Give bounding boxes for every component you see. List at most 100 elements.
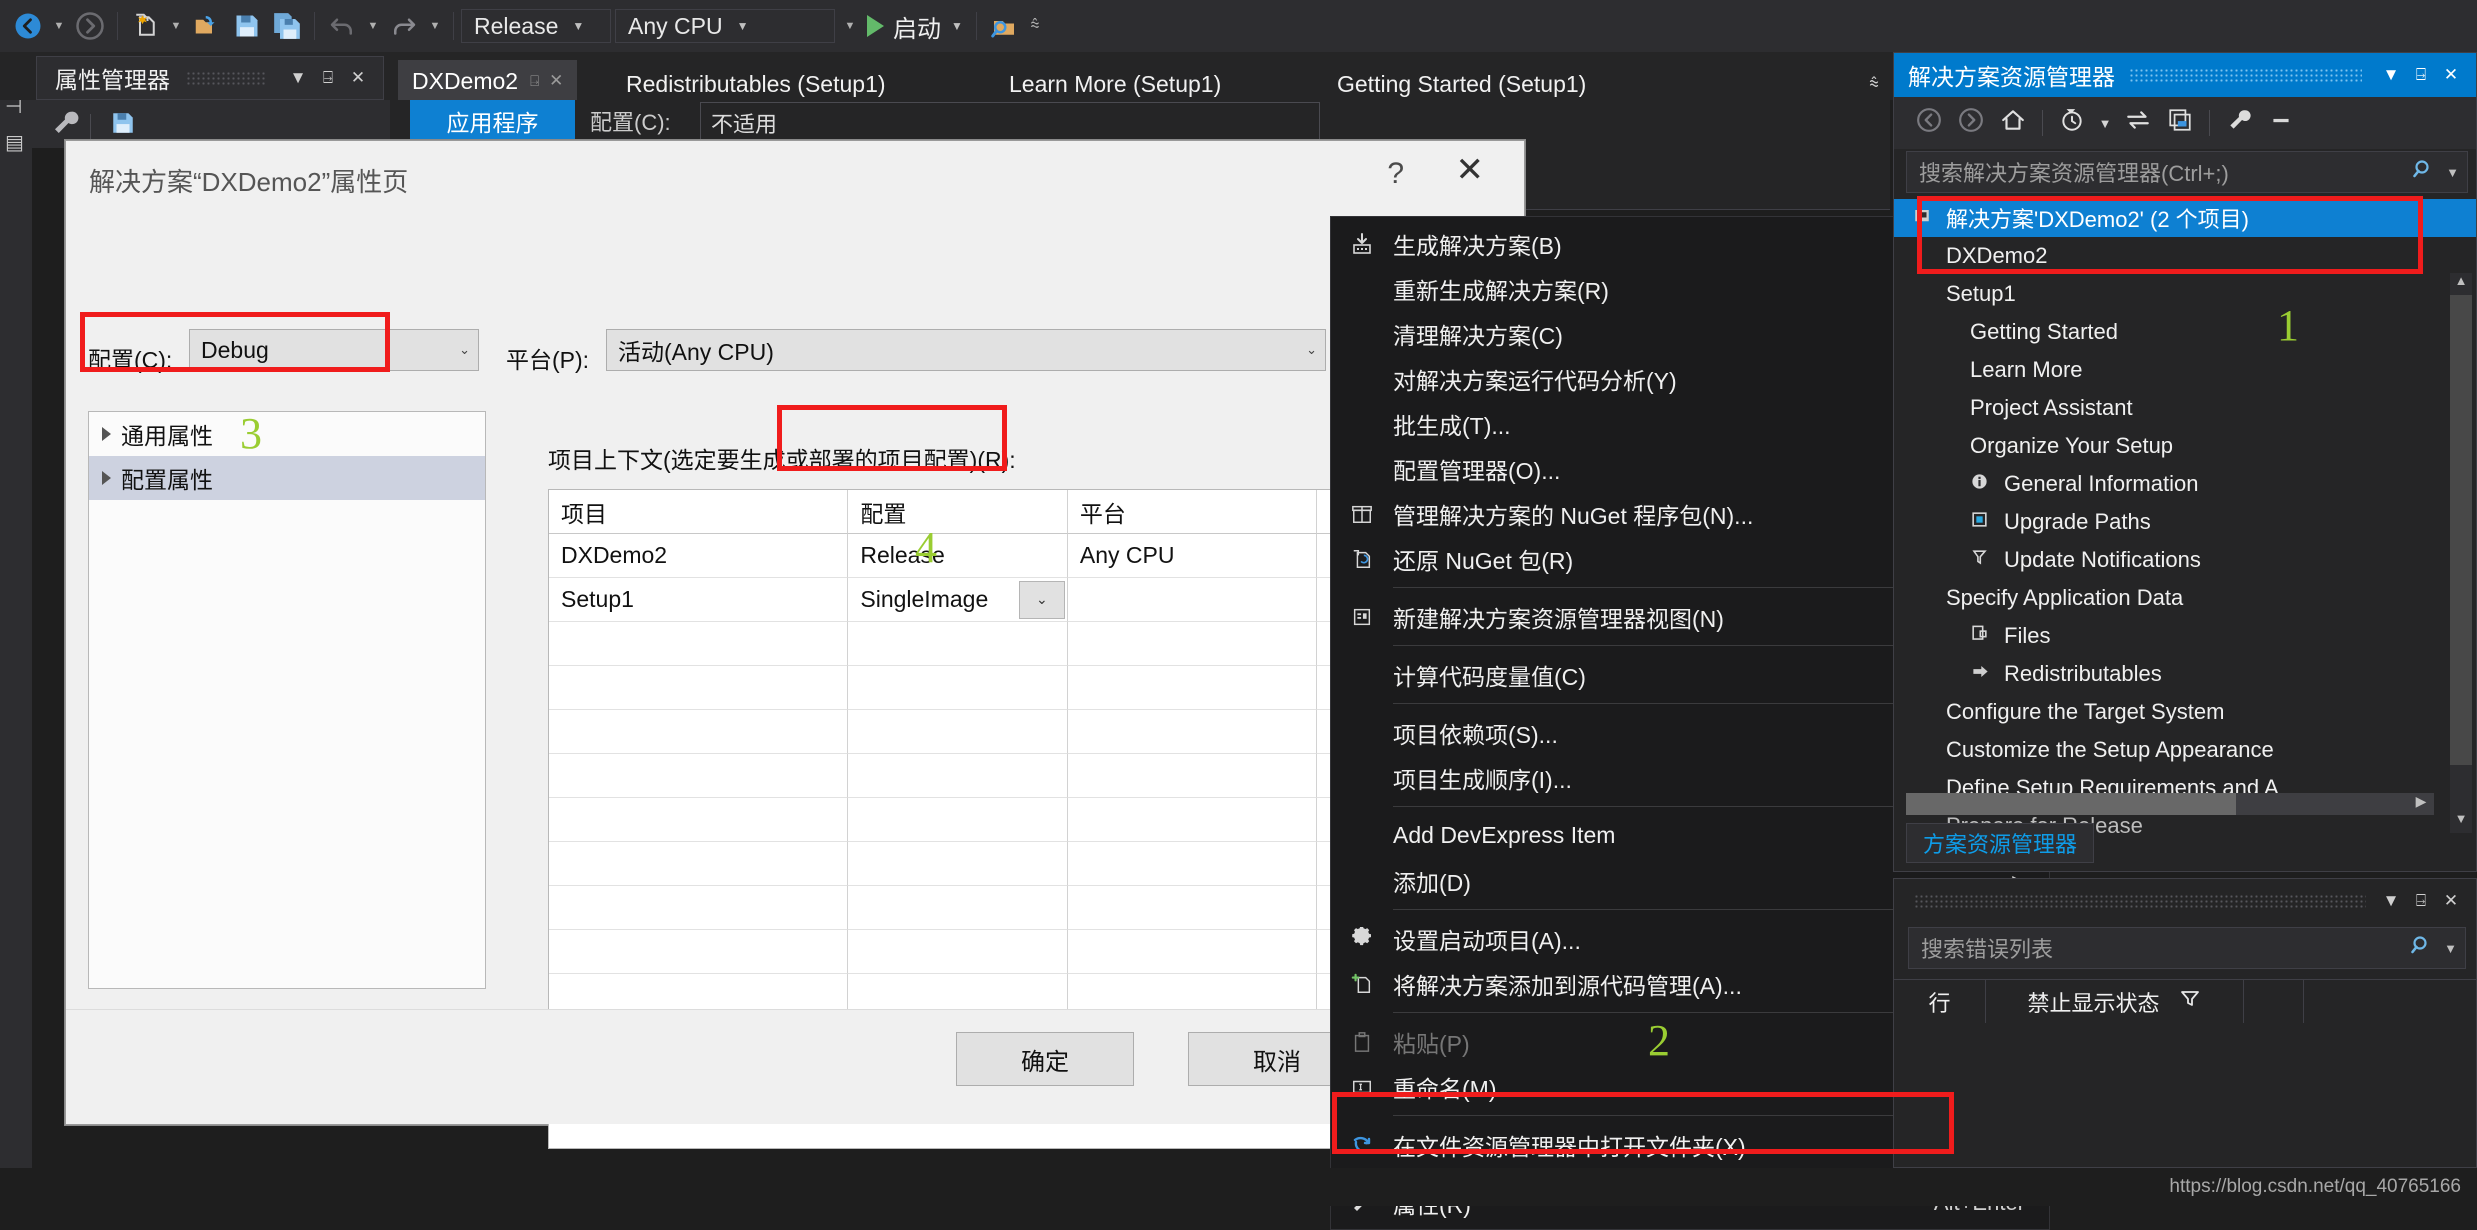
sync-with-active-document-icon[interactable]	[2117, 107, 2159, 139]
triangle-right-icon	[102, 471, 111, 485]
solution-explorer-bottom-tab[interactable]: 方案资源管理器	[1906, 823, 2095, 863]
config-combo[interactable]: Debug ⌄	[189, 329, 479, 371]
pending-changes-filter-icon[interactable]	[2051, 107, 2093, 139]
tree-item-general[interactable]: 通用属性	[89, 412, 485, 456]
tree-node-files[interactable]: Files	[1894, 617, 2476, 655]
tree-node-setup1[interactable]: Setup1	[1894, 275, 2476, 313]
solution-explorer-vertical-scrollbar[interactable]: ▲ ▼	[2450, 273, 2472, 833]
toolbar-overflow-icon[interactable]: ⩯	[1024, 6, 1046, 46]
tree-node-general-information[interactable]: General Information	[1894, 465, 2476, 503]
show-all-files-icon[interactable]	[2159, 107, 2201, 139]
ok-button[interactable]: 确定	[956, 1032, 1134, 1086]
error-list-col-suppression[interactable]: 禁止显示状态	[1986, 980, 2244, 1023]
new-item-dropdown-icon[interactable]: ▼	[165, 6, 187, 46]
redo-dropdown-icon[interactable]: ▼	[424, 6, 446, 46]
grid-cell-platform[interactable]	[1067, 578, 1318, 622]
pin-icon[interactable]: ⍈	[2406, 891, 2436, 911]
error-list-col-line[interactable]: 行	[1894, 980, 1986, 1023]
close-icon[interactable]: ✕	[2436, 891, 2466, 911]
menu-item-label: 生成解决方案(B)	[1393, 232, 1562, 259]
close-icon[interactable]: ✕	[2436, 65, 2466, 85]
open-folder-icon[interactable]	[187, 6, 227, 46]
chevron-down-icon[interactable]: ▼	[283, 68, 313, 88]
tree-node-specify-application-data[interactable]: Specify Application Data	[1894, 579, 2476, 617]
undo-dropdown-icon[interactable]: ▼	[362, 6, 384, 46]
back-dropdown-icon[interactable]: ▼	[48, 6, 70, 46]
chevron-down-icon[interactable]: ▼	[951, 19, 963, 33]
tree-node-learn-more[interactable]: Learn More	[1894, 351, 2476, 389]
tab-redistributables[interactable]: Redistributables (Setup1)	[612, 66, 900, 102]
save-icon[interactable]	[110, 110, 136, 141]
save-icon[interactable]	[227, 6, 267, 46]
tree-node-getting-started[interactable]: Getting Started	[1894, 313, 2476, 351]
error-list-search[interactable]: 搜索错误列表 ▼	[1908, 927, 2466, 969]
tree-node-dxdemo2[interactable]: DXDemo2	[1894, 237, 2476, 275]
pin-icon[interactable]: ⍈	[530, 73, 539, 90]
application-tab-button[interactable]: 应用程序	[410, 100, 575, 142]
close-icon[interactable]: ✕	[343, 68, 373, 88]
editor-config-combo[interactable]: 不适用	[700, 102, 1320, 140]
platform-combo[interactable]: Any CPU ▼	[615, 9, 835, 43]
start-debug-button[interactable]: 启动 ▼	[861, 6, 969, 46]
platform-value: 活动(Any CPU)	[618, 339, 774, 365]
chevron-down-icon[interactable]: ⌄	[1018, 580, 1065, 619]
platform-combo[interactable]: 活动(Any CPU) ⌄	[606, 329, 1326, 371]
chevron-down-icon[interactable]: ▼	[2444, 941, 2457, 956]
grid-empty-cell	[848, 798, 1068, 842]
scroll-up-icon[interactable]: ▲	[2450, 273, 2472, 295]
chevron-down-icon[interactable]: ▼	[2376, 65, 2406, 85]
close-icon[interactable]: ✕	[549, 71, 563, 91]
tree-node-configure-target-system[interactable]: Configure the Target System	[1894, 693, 2476, 731]
pin-icon[interactable]: ⍈	[313, 68, 343, 88]
tab-learn-more[interactable]: Learn More (Setup1)	[995, 66, 1235, 102]
grid-cell-platform[interactable]: Any CPU	[1067, 534, 1318, 578]
configuration-combo[interactable]: Release ▼	[461, 9, 611, 43]
scroll-down-icon[interactable]: ▼	[2450, 811, 2472, 833]
pin-icon[interactable]: ⍈	[2406, 65, 2436, 85]
tree-node-project-assistant[interactable]: Project Assistant	[1894, 389, 2476, 427]
chevron-down-icon[interactable]: ▼	[2093, 116, 2117, 131]
grid-cell-config[interactable]: Release	[848, 534, 1068, 578]
find-in-files-icon[interactable]	[984, 6, 1024, 46]
chevron-down-icon[interactable]: ▼	[2376, 891, 2406, 911]
scroll-thumb[interactable]	[2450, 295, 2472, 765]
tab-getting-started[interactable]: Getting Started (Setup1)	[1323, 66, 1600, 102]
tree-item-configuration[interactable]: 配置属性	[89, 456, 485, 500]
back-arrow-icon[interactable]	[8, 6, 48, 46]
server-explorer-rail-icon[interactable]: ▤	[5, 130, 24, 155]
tree-node-organize-your-setup[interactable]: Organize Your Setup	[1894, 427, 2476, 465]
tree-node-upgrade-paths[interactable]: Upgrade Paths	[1894, 503, 2476, 541]
new-item-icon[interactable]	[125, 6, 165, 46]
close-icon[interactable]: ✕	[1456, 153, 1485, 187]
menu-item-label: 对解决方案运行代码分析(Y)	[1393, 367, 1677, 394]
filter-icon[interactable]	[2178, 987, 2202, 1017]
save-all-icon[interactable]	[267, 6, 307, 46]
tree-node-update-notifications[interactable]: Update Notifications	[1894, 541, 2476, 579]
solution-explorer-horizontal-scrollbar[interactable]: ▶	[1906, 793, 2434, 815]
config-cell-combo[interactable]: SingleImage ⌄	[848, 578, 1067, 621]
grid-cell-config[interactable]: SingleImage ⌄	[848, 578, 1068, 622]
search-icon[interactable]	[2410, 934, 2434, 963]
properties-icon[interactable]	[2218, 107, 2260, 139]
tree-node-customize-setup-appearance[interactable]: Customize the Setup Appearance	[1894, 731, 2476, 769]
platform-extra-dropdown-icon[interactable]: ▼	[839, 6, 861, 46]
collapse-all-icon[interactable]	[2260, 107, 2302, 139]
search-icon[interactable]	[2412, 158, 2436, 187]
scroll-right-icon[interactable]: ▶	[2408, 793, 2434, 810]
wrench-icon[interactable]	[50, 108, 80, 143]
tab-dxdemo2[interactable]: DXDemo2 ⍈ ✕	[398, 60, 578, 102]
tab-overflow-icon[interactable]: ⩯	[1855, 66, 1893, 102]
help-question-icon[interactable]: ?	[1387, 157, 1404, 191]
solution-explorer-title-bar[interactable]: 解决方案资源管理器 ▼ ⍈ ✕	[1894, 53, 2476, 97]
error-list-title-bar[interactable]: ▼ ⍈ ✕	[1894, 879, 2476, 923]
tree-node-label: General Information	[2004, 471, 2199, 496]
tree-node-redistributables[interactable]: Redistributables	[1894, 655, 2476, 693]
solution-explorer-search[interactable]: 搜索解决方案资源管理器(Ctrl+;) ▼	[1906, 151, 2468, 193]
home-icon[interactable]	[1992, 107, 2034, 139]
chevron-down-icon[interactable]: ▼	[2446, 165, 2459, 180]
menu-item-label: 还原 NuGet 包(R)	[1393, 547, 1574, 574]
error-list-columns: 行 禁止显示状态	[1894, 979, 2476, 1023]
tree-node-solution[interactable]: 解决方案'DXDemo2' (2 个项目)	[1894, 199, 2476, 237]
property-manager-header[interactable]: 属性管理器 ▼ ⍈ ✕	[36, 56, 384, 100]
scroll-thumb[interactable]	[1906, 793, 2236, 815]
